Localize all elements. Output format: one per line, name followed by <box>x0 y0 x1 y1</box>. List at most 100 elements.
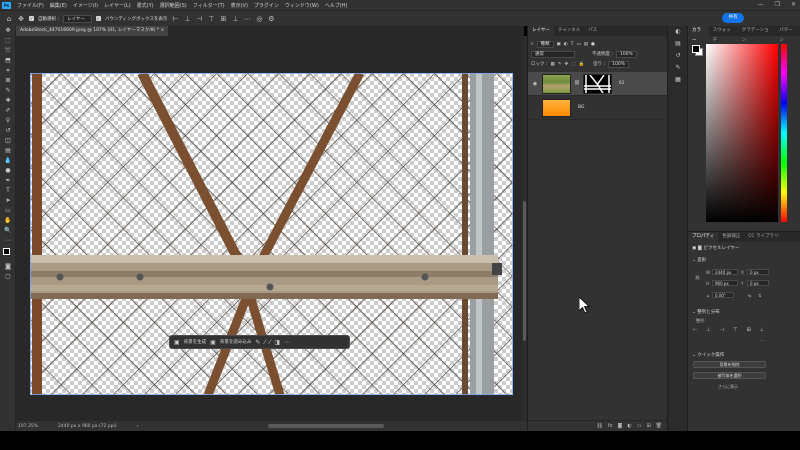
menu-filter[interactable]: フィルター(T) <box>190 2 228 9</box>
close-icon[interactable]: ✕ <box>791 1 796 8</box>
foreground-color-swatch[interactable] <box>692 45 700 53</box>
menu-layer[interactable]: レイヤー(L) <box>101 2 134 9</box>
tab-properties[interactable]: プロパティ <box>688 232 719 242</box>
color-picker-field[interactable] <box>706 44 778 222</box>
eraser-tool-icon[interactable]: ◫ <box>0 136 16 146</box>
flip-horizontal-icon[interactable]: ⇆ <box>748 293 751 298</box>
shape-tool-icon[interactable]: ▭ <box>0 206 16 216</box>
learn-icon[interactable]: ◐ <box>668 26 688 38</box>
more-tools-icon[interactable]: ⋯ <box>0 236 16 246</box>
angle-field[interactable]: 0.00° <box>712 292 734 298</box>
align-center-icon[interactable]: ⊥ <box>183 15 191 23</box>
menu-window[interactable]: ウィンドウ(W) <box>282 2 322 9</box>
crop-tool-icon[interactable]: ⌗ <box>0 66 16 76</box>
menu-image[interactable]: イメージ(I) <box>70 2 101 9</box>
layer-name[interactable]: BG <box>578 105 585 110</box>
menu-edit[interactable]: 編集(E) <box>47 2 70 9</box>
tab-swatches[interactable]: スウォッチ <box>709 26 738 43</box>
dodge-tool-icon[interactable]: ● <box>0 166 16 176</box>
link-proportions-icon[interactable]: ⛓ <box>695 275 700 280</box>
path-select-tool-icon[interactable]: ➤ <box>0 196 16 206</box>
new-group-icon[interactable]: ▭ <box>637 423 642 429</box>
link-layers-icon[interactable]: ⛓ <box>596 423 602 429</box>
menu-file[interactable]: ファイル(F) <box>14 2 47 9</box>
remove-background-button[interactable]: 背景を削除 <box>693 361 766 368</box>
align-right-icon[interactable]: ⊣ <box>195 15 203 23</box>
invert-mask-icon[interactable]: ⁄ <box>264 339 265 346</box>
eyedropper-tool-icon[interactable]: ✎ <box>0 86 16 96</box>
object-select-tool-icon[interactable]: ⬒ <box>0 56 16 66</box>
filter-toggle-icon[interactable]: ● <box>591 42 595 47</box>
filter-smart-icon[interactable]: ▤ <box>584 42 588 47</box>
mask-icon[interactable]: ◨ <box>274 339 280 346</box>
filter-adjust-icon[interactable]: ◐ <box>564 42 568 47</box>
new-layer-icon[interactable]: ⊞ <box>646 423 650 429</box>
align-vcenter-icon[interactable]: ⊞ <box>746 327 750 333</box>
zoom-tool-icon[interactable]: 🔍 <box>0 226 16 236</box>
brush-settings-icon[interactable]: ✎ <box>668 62 688 74</box>
document-tab[interactable]: AdobeStock_447016609.jpeg @ 107% (01, レイ… <box>16 26 169 36</box>
move-tool-icon[interactable]: ✥ <box>0 26 16 36</box>
more-icon[interactable]: ⋯ <box>284 339 290 346</box>
menu-help[interactable]: ヘルプ(H) <box>322 2 351 9</box>
vertical-scroll-thumb[interactable] <box>523 201 526 341</box>
horizontal-scroll-thumb[interactable] <box>268 424 384 428</box>
filter-pixel-icon[interactable]: ▣ <box>557 42 561 47</box>
marquee-tool-icon[interactable]: ⬚ <box>0 36 16 46</box>
tab-gradients[interactable]: グラデーション <box>738 26 776 43</box>
align-bottom-icon[interactable]: ⊥ <box>760 327 764 333</box>
tab-color[interactable]: カラー <box>688 26 709 43</box>
align-left-icon[interactable]: ⊢ <box>171 15 179 23</box>
blur-tool-icon[interactable]: 💧 <box>0 156 16 166</box>
align-section-title[interactable]: ⌄ 整列と分布 <box>688 306 724 318</box>
zoom-level[interactable]: 107.35% <box>18 424 38 429</box>
maximize-icon[interactable]: ❐ <box>775 1 780 8</box>
color-swatches[interactable] <box>0 246 15 262</box>
lock-all-icon[interactable]: 🔒 <box>579 62 585 67</box>
tab-channels[interactable]: チャンネル <box>554 26 584 36</box>
pen-tool-icon[interactable]: ✒ <box>0 176 16 186</box>
lock-artboard-icon[interactable]: ⬚ <box>571 62 575 67</box>
layer-mask-thumbnail[interactable] <box>582 73 612 94</box>
history-brush-tool-icon[interactable]: ↺ <box>0 126 16 136</box>
layer-thumbnail[interactable] <box>542 98 571 117</box>
more-options-icon[interactable]: ⋯ <box>243 15 251 23</box>
transform-section-title[interactable]: ⌄ 変形 <box>688 254 800 266</box>
screen-mode-icon[interactable]: ▢ <box>0 272 16 282</box>
fill-field[interactable]: 100% <box>608 60 629 68</box>
filter-type-icon[interactable]: T <box>571 42 574 47</box>
y-field[interactable]: 0 px <box>747 280 769 286</box>
gear-icon[interactable]: ⚙ <box>267 15 275 23</box>
comments-icon[interactable]: ▤ <box>668 38 688 50</box>
hue-slider[interactable] <box>781 44 787 222</box>
lock-pixels-icon[interactable]: ▦ <box>550 62 554 67</box>
menu-type[interactable]: 書式(Y) <box>134 2 157 9</box>
healing-brush-tool-icon[interactable]: ✚ <box>0 96 16 106</box>
width-field[interactable]: 2440 px <box>712 269 738 275</box>
height-field[interactable]: 960 px <box>712 280 738 286</box>
feather-icon[interactable]: ⁄ <box>269 339 270 346</box>
layer-thumbnail[interactable] <box>542 73 571 94</box>
lock-paint-icon[interactable]: ✎ <box>558 62 562 67</box>
layer-name[interactable]: 01 <box>619 81 625 86</box>
frame-tool-icon[interactable]: ⊠ <box>0 76 16 86</box>
tab-paths[interactable]: パス <box>584 26 601 36</box>
blend-mode-dropdown[interactable]: 通常 <box>531 50 575 58</box>
delete-layer-icon[interactable]: 🗑 <box>656 423 662 429</box>
foreground-swatch[interactable] <box>3 248 10 255</box>
tab-layers[interactable]: レイヤー <box>528 26 554 36</box>
opacity-field[interactable]: 100% <box>615 50 637 58</box>
more-align-icon[interactable]: ⋯ <box>760 338 764 343</box>
align-right-icon[interactable]: ⊣ <box>720 327 724 333</box>
flip-vertical-icon[interactable]: ⇅ <box>758 293 761 298</box>
filter-shape-icon[interactable]: ▭ <box>576 42 580 47</box>
quick-mask-icon[interactable]: ◙ <box>0 262 16 272</box>
align-hcenter-icon[interactable]: ⊥ <box>706 327 710 333</box>
bbox-checkbox[interactable]: ✓ <box>95 16 101 21</box>
home-icon[interactable]: ⌂ <box>5 15 13 23</box>
auto-select-target-dropdown[interactable]: レイヤー <box>62 14 92 23</box>
share-button[interactable]: 共有 <box>722 13 744 23</box>
brush-icon[interactable]: ✎ <box>255 339 260 346</box>
menu-view[interactable]: 表示(V) <box>228 2 251 9</box>
type-tool-icon[interactable]: T <box>0 186 16 196</box>
